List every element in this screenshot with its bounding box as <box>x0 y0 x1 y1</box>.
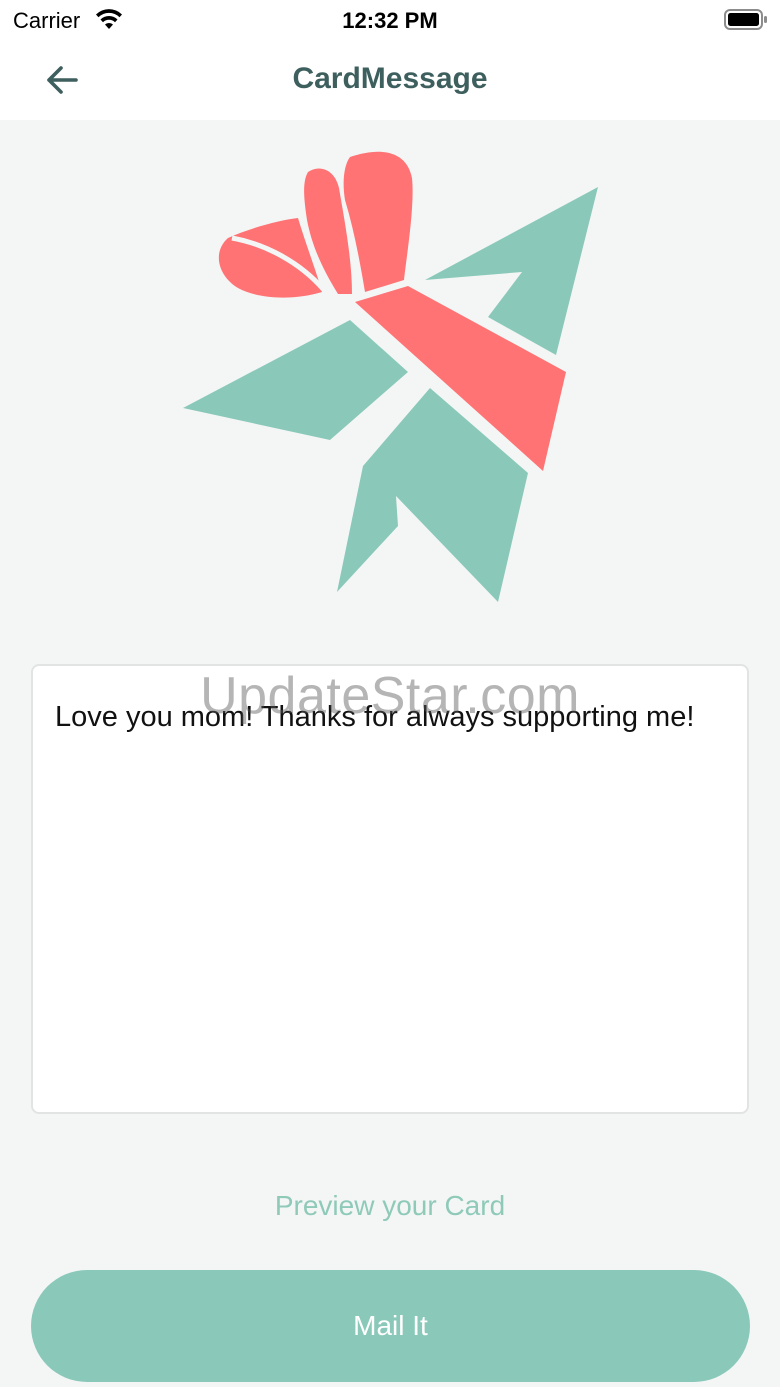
status-time: 12:32 PM <box>342 8 438 33</box>
card-message-screen: Carrier 12:32 PM CardMessage Love you mo… <box>0 0 780 1387</box>
battery-icon <box>724 9 767 30</box>
mail-it-button[interactable]: Mail It <box>31 1270 750 1382</box>
card-message-input[interactable]: Love you mom! Thanks for always supporti… <box>31 664 749 1114</box>
navigation-bar: CardMessage <box>0 40 780 120</box>
logo-plane-left-wing <box>183 320 408 440</box>
preview-card-link[interactable]: Preview your Card <box>0 1190 780 1222</box>
logo-bow-right-loop <box>343 151 413 292</box>
gift-plane-logo <box>183 151 598 602</box>
page-title: CardMessage <box>292 62 488 95</box>
status-bar: Carrier 12:32 PM <box>0 0 780 40</box>
logo-bow-left-loop <box>218 218 322 298</box>
